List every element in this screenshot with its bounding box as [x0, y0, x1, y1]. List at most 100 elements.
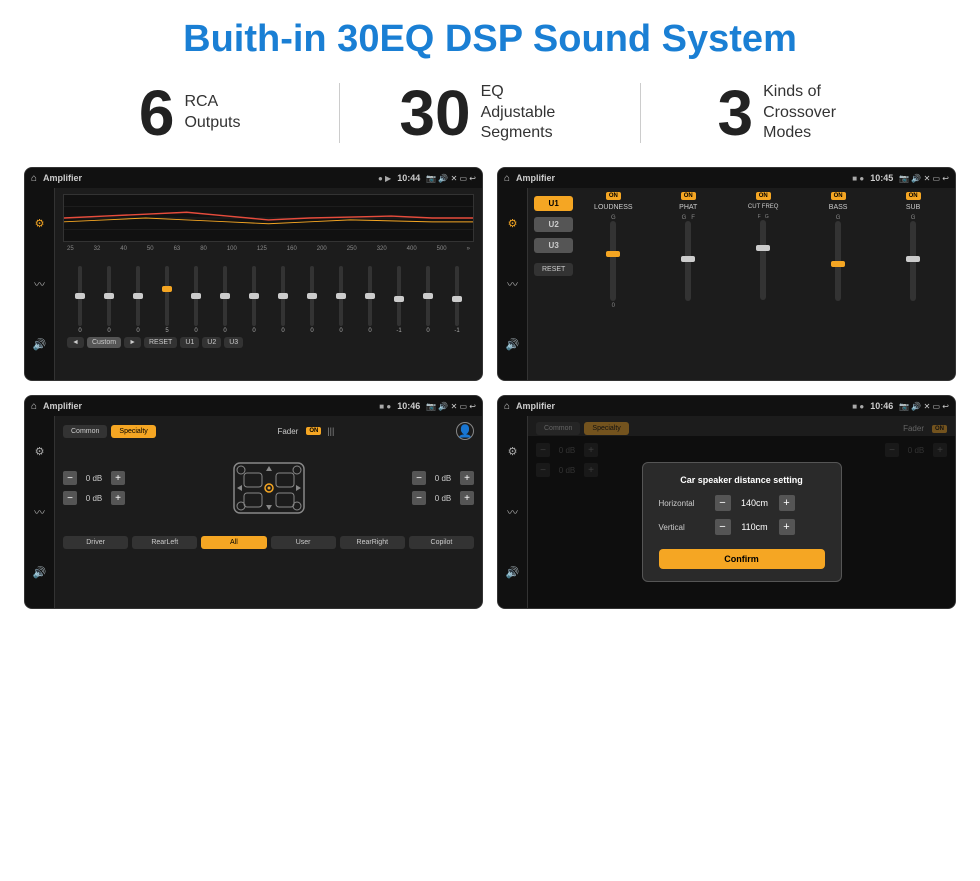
eq-slider-4[interactable]: 5 — [154, 266, 180, 334]
fader-slider-mini: ||| — [327, 426, 334, 436]
status-bar-1: ⌂ Amplifier ● ▶ 10:44 📷 🔊 ✕ ▭ ↩ — [25, 168, 482, 188]
eq-slider-11[interactable]: 0 — [357, 266, 383, 334]
db-control-3: − 0 dB + — [412, 471, 474, 485]
eq-play-btn[interactable]: ► — [124, 337, 141, 348]
eq-custom-btn[interactable]: Custom — [87, 337, 121, 348]
db-value-2: 0 dB — [80, 494, 108, 503]
db-minus-4[interactable]: − — [412, 491, 426, 505]
rearleft-btn[interactable]: RearLeft — [132, 536, 197, 549]
eq-slider-13[interactable]: 0 — [415, 266, 441, 334]
sidebar-wave-icon[interactable]: 〰 — [34, 276, 45, 292]
eq-u1-btn[interactable]: U1 — [180, 337, 199, 348]
sub-slider[interactable] — [910, 221, 916, 301]
eq-u3-btn[interactable]: U3 — [224, 337, 243, 348]
amp-channel-loudness: ON LOUDNESS G 0 — [577, 192, 649, 376]
db-plus-1[interactable]: + — [111, 471, 125, 485]
dot-4: ■ ● — [852, 402, 864, 411]
sidebar-speaker-icon[interactable]: 🔊 — [33, 338, 47, 351]
stats-row: 6 RCAOutputs 30 EQ AdjustableSegments 3 … — [0, 71, 980, 161]
left-sidebar-3: ⚙ 〰 🔊 — [25, 416, 55, 608]
eq-slider-3[interactable]: 0 — [125, 266, 151, 334]
screen2-title: Amplifier — [516, 173, 846, 183]
db-minus-2[interactable]: − — [63, 491, 77, 505]
db-value-3: 0 dB — [429, 474, 457, 483]
dialog-horizontal-control: − 140cm + — [715, 495, 825, 511]
sidebar-eq-icon[interactable]: ⚙ — [35, 217, 45, 230]
dot-2: ■ ● — [852, 174, 864, 183]
status-bar-2: ⌂ Amplifier ■ ● 10:45 📷 🔊 ✕ ▭ ↩ — [498, 168, 955, 188]
sidebar-speaker-icon-4[interactable]: 🔊 — [506, 566, 520, 579]
dot-1: ● ▶ — [378, 174, 391, 183]
screen-dialog: ⌂ Amplifier ■ ● 10:46 📷 🔊 ✕ ▭ ↩ ⚙ 〰 🔊 Co… — [497, 395, 956, 609]
eq-slider-12[interactable]: -1 — [386, 266, 412, 334]
home-icon-1[interactable]: ⌂ — [31, 173, 37, 184]
eq-slider-9[interactable]: 0 — [299, 266, 325, 334]
phat-slider[interactable] — [685, 221, 691, 301]
db-plus-2[interactable]: + — [111, 491, 125, 505]
eq-slider-10[interactable]: 0 — [328, 266, 354, 334]
sidebar-wave-icon-2[interactable]: 〰 — [507, 276, 518, 292]
copilot-btn[interactable]: Copilot — [409, 536, 474, 549]
dialog-vertical-control: − 110cm + — [715, 519, 825, 535]
loudness-g-slider[interactable] — [610, 221, 616, 301]
sidebar-wave-icon-3[interactable]: 〰 — [34, 504, 45, 520]
sidebar-eq-icon-4[interactable]: ⚙ — [508, 445, 518, 458]
fader-content-4: Common Specialty Fader ON −0 dB+ −0 dB+ … — [528, 416, 955, 608]
eq-reset-btn[interactable]: RESET — [144, 337, 177, 348]
screen2-body: ⚙ 〰 🔊 U1 U2 U3 RESET ON LOUDNESS — [498, 188, 955, 380]
db-minus-3[interactable]: − — [412, 471, 426, 485]
home-icon-2[interactable]: ⌂ — [504, 173, 510, 184]
amp-u3-btn[interactable]: U3 — [534, 238, 573, 253]
dialog-vertical-row: Vertical − 110cm + — [659, 519, 825, 535]
bass-slider[interactable] — [835, 221, 841, 301]
home-icon-4[interactable]: ⌂ — [504, 401, 510, 412]
dialog-vertical-minus[interactable]: − — [715, 519, 731, 535]
rearright-btn[interactable]: RearRight — [340, 536, 405, 549]
sidebar-eq-icon-2[interactable]: ⚙ — [508, 217, 518, 230]
eq-freq-labels: 25 32 40 50 63 80 100 125 160 200 250 32… — [63, 246, 474, 252]
amp-u1-btn[interactable]: U1 — [534, 196, 573, 211]
eq-slider-14[interactable]: -1 — [444, 266, 470, 334]
page-title: Buith-in 30EQ DSP Sound System — [0, 0, 980, 71]
eq-slider-6[interactable]: 0 — [212, 266, 238, 334]
dialog-horizontal-plus[interactable]: + — [779, 495, 795, 511]
confirm-button[interactable]: Confirm — [659, 549, 825, 569]
eq-prev-btn[interactable]: ◄ — [67, 337, 84, 348]
all-btn[interactable]: All — [201, 536, 266, 549]
stat-divider-1 — [339, 83, 340, 143]
dialog-title: Car speaker distance setting — [659, 475, 825, 485]
db-plus-3[interactable]: + — [460, 471, 474, 485]
settings-icon[interactable]: 👤 — [456, 422, 474, 440]
user-btn[interactable]: User — [271, 536, 336, 549]
eq-slider-8[interactable]: 0 — [270, 266, 296, 334]
dialog-vertical-plus[interactable]: + — [779, 519, 795, 535]
db-minus-1[interactable]: − — [63, 471, 77, 485]
screen4-title: Amplifier — [516, 401, 846, 411]
sidebar-speaker-icon-2[interactable]: 🔊 — [506, 338, 520, 351]
stat-divider-2 — [640, 83, 641, 143]
dialog-horizontal-minus[interactable]: − — [715, 495, 731, 511]
eq-slider-2[interactable]: 0 — [96, 266, 122, 334]
eq-slider-1[interactable]: 0 — [67, 266, 93, 334]
amp-content: U1 U2 U3 RESET ON LOUDNESS G — [528, 188, 955, 380]
fader-bottom: Driver RearLeft All User RearRight Copil… — [63, 536, 474, 549]
driver-btn[interactable]: Driver — [63, 536, 128, 549]
eq-slider-5[interactable]: 0 — [183, 266, 209, 334]
amp-reset-btn[interactable]: RESET — [534, 263, 573, 276]
sidebar-eq-icon-3[interactable]: ⚙ — [35, 445, 45, 458]
amp-channel-sub: ON SUB G — [877, 192, 949, 376]
home-icon-3[interactable]: ⌂ — [31, 401, 37, 412]
sidebar-speaker-icon-3[interactable]: 🔊 — [33, 566, 47, 579]
eq-slider-7[interactable]: 0 — [241, 266, 267, 334]
cutfreq-slider[interactable] — [760, 220, 766, 300]
dialog-horizontal-value: 140cm — [735, 498, 775, 508]
amp-u2-btn[interactable]: U2 — [534, 217, 573, 232]
eq-sliders: 0 0 0 5 0 0 0 0 0 0 0 -1 0 -1 — [63, 254, 474, 334]
db-plus-4[interactable]: + — [460, 491, 474, 505]
screen-eq: ⌂ Amplifier ● ▶ 10:44 📷 🔊 ✕ ▭ ↩ ⚙ 〰 🔊 — [24, 167, 483, 381]
common-tab[interactable]: Common — [63, 425, 107, 438]
eq-u2-btn[interactable]: U2 — [202, 337, 221, 348]
db-value-4: 0 dB — [429, 494, 457, 503]
sidebar-wave-icon-4[interactable]: 〰 — [507, 504, 518, 520]
specialty-tab[interactable]: Specialty — [111, 425, 155, 438]
